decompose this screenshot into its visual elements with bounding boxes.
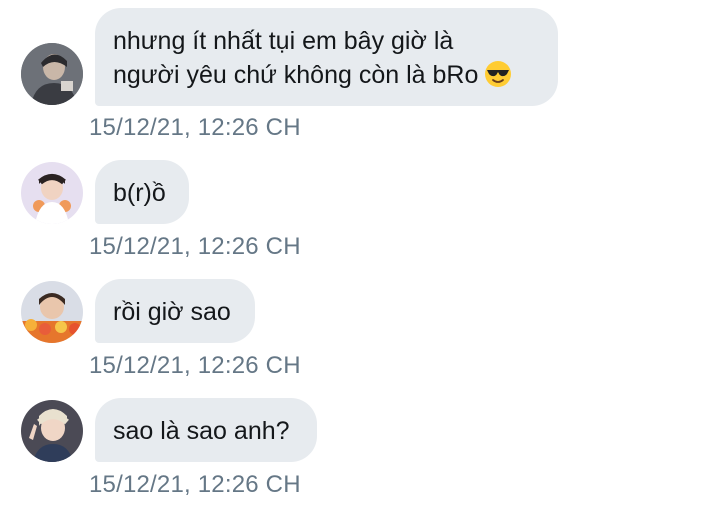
message-timestamp: 15/12/21, 12:26 CH <box>89 471 301 498</box>
avatar-photo-3 <box>21 281 83 343</box>
sender-avatar[interactable] <box>21 281 83 343</box>
message-bubble: rồi giờ sao <box>95 279 255 343</box>
message-timestamp: 15/12/21, 12:26 CH <box>89 114 301 141</box>
message-bubble: sao là sao anh? <box>95 398 317 462</box>
smiling-face-with-sunglasses-icon <box>484 60 512 97</box>
avatar-photo-4 <box>21 400 83 462</box>
message-timestamp: 15/12/21, 12:26 CH <box>89 352 301 379</box>
sender-avatar[interactable] <box>21 400 83 462</box>
sender-avatar[interactable] <box>21 43 83 105</box>
message-bubble: b(r)ồ <box>95 160 189 224</box>
avatar-photo-1 <box>21 43 83 105</box>
message-bubble: nhưng ít nhất tụi em bây giờ là người yê… <box>95 8 558 106</box>
sender-avatar[interactable] <box>21 162 83 224</box>
message-text-line-1: nhưng ít nhất tụi em bây giờ là <box>113 27 454 55</box>
message-timestamp: 15/12/21, 12:26 CH <box>89 233 301 260</box>
message-text-line-2: người yêu chứ không còn là bRo <box>113 58 540 97</box>
avatar-photo-2 <box>21 162 83 224</box>
